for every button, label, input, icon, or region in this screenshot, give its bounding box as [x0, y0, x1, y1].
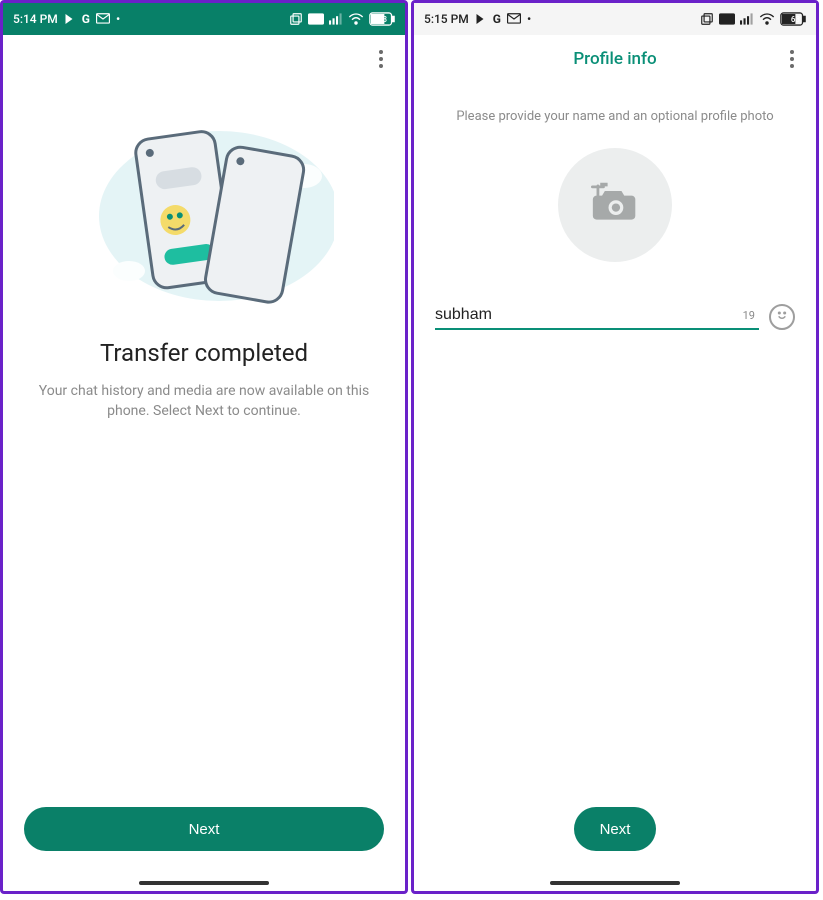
char-remaining: 19 [737, 309, 759, 322]
battery-icon: 63 [780, 12, 806, 26]
emoji-picker-button[interactable] [769, 304, 795, 330]
multi-window-icon [700, 12, 714, 26]
screen-transfer-completed: 5:14 PM G • 63 [0, 0, 408, 894]
status-time: 5:15 PM [424, 12, 469, 26]
gmail-icon [96, 13, 110, 25]
wifi-icon [759, 13, 775, 25]
battery-icon: 63 [369, 12, 395, 26]
play-store-icon [64, 13, 76, 25]
emoji-icon [774, 307, 790, 327]
transfer-illustration [74, 121, 334, 311]
notification-dot: • [527, 13, 531, 25]
home-indicator[interactable] [139, 881, 269, 885]
instruction-text: Please provide your name and an optional… [456, 109, 773, 124]
home-indicator[interactable] [550, 881, 680, 885]
next-button[interactable]: Next [574, 807, 656, 851]
status-time: 5:14 PM [13, 12, 58, 26]
app-bar [3, 35, 405, 71]
screen-title: Profile info [573, 49, 656, 69]
page-title: Transfer completed [100, 339, 308, 367]
name-field-wrap: 19 [435, 306, 759, 330]
status-bar: 5:14 PM G • 63 [3, 3, 405, 35]
add-photo-icon [591, 181, 639, 229]
next-button[interactable]: Next [24, 807, 384, 851]
page-subtext: Your chat history and media are now avai… [34, 381, 374, 422]
main-content: Please provide your name and an optional… [414, 83, 816, 891]
lte-badge-icon [719, 13, 735, 25]
more-options-button[interactable] [367, 45, 395, 73]
google-icon: G [493, 12, 501, 26]
name-input[interactable] [435, 306, 737, 324]
wifi-icon [348, 13, 364, 25]
app-bar: Profile info [414, 35, 816, 83]
google-icon: G [82, 12, 90, 26]
play-store-icon [475, 13, 487, 25]
signal-icon [740, 13, 754, 25]
profile-photo-picker[interactable] [558, 148, 672, 262]
status-bar: 5:15 PM G • 63 [414, 3, 816, 35]
main-content: Transfer completed Your chat history and… [3, 71, 405, 891]
notification-dot: • [116, 13, 120, 25]
name-input-row: 19 [435, 304, 795, 330]
more-options-button[interactable] [778, 45, 806, 73]
signal-icon [329, 13, 343, 25]
lte-badge-icon [308, 13, 324, 25]
multi-window-icon [289, 12, 303, 26]
screen-profile-info: 5:15 PM G • 63 [411, 0, 819, 894]
gmail-icon [507, 13, 521, 25]
